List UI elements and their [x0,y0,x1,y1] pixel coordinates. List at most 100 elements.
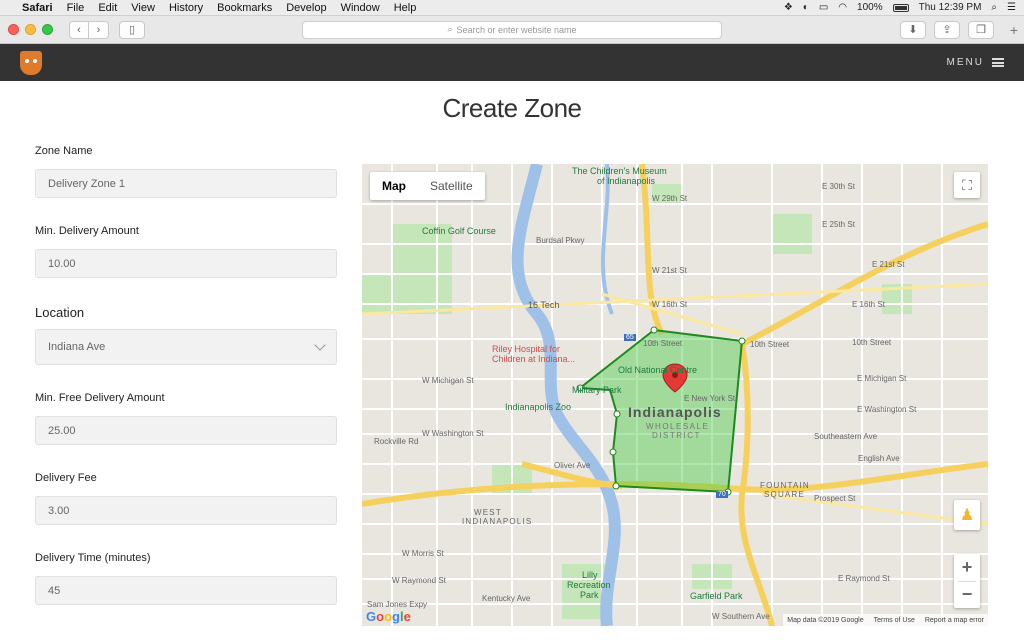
menu-toggle-button[interactable]: MENU [947,57,1004,68]
delivery-fee-label: Delivery Fee [35,472,97,484]
map-data-credit: Map data ©2019 Google [787,616,864,624]
menu-edit[interactable]: Edit [98,2,117,14]
map-type-satellite-button[interactable]: Satellite [418,172,485,200]
map-label: W Southern Ave [712,612,770,621]
page-title: Create Zone [442,93,582,123]
fullscreen-button[interactable]: ⛶ [954,172,980,198]
map-label: FOUNTAIN [760,481,810,490]
map-label: E Raymond St [838,574,890,583]
map-label: Park [580,590,599,600]
new-tab-button[interactable]: + [1010,22,1018,38]
screen-share-icon[interactable]: ◐ [803,2,809,13]
zoom-out-button[interactable]: − [954,582,980,609]
map-label: 10th Street [852,338,892,347]
map-label: E 25th St [822,220,855,229]
menu-history[interactable]: History [169,2,203,14]
map-label: The Children's Museum [572,166,667,176]
menu-app-safari[interactable]: Safari [22,2,53,14]
menu-file[interactable]: File [67,2,85,14]
map-label: W Raymond St [392,576,446,585]
park-area [392,224,452,314]
terms-link[interactable]: Terms of Use [874,617,915,624]
map-label: W Morris St [402,549,444,558]
clock[interactable]: Thu 12:39 PM [919,2,982,13]
fullscreen-window-button[interactable] [42,24,53,35]
address-bar[interactable]: ⌕ Search or enter website name [302,20,722,39]
zoom-control: + − [954,554,980,608]
report-error-link[interactable]: Report a map error [925,617,984,624]
menu-view[interactable]: View [131,2,155,14]
window-controls [8,24,53,35]
map-label: E Washington St [857,405,917,414]
menu-help[interactable]: Help [394,2,417,14]
zone-name-input[interactable]: Delivery Zone 1 [35,169,337,198]
fox-logo-icon[interactable] [20,50,42,75]
min-free-delivery-label: Min. Free Delivery Amount [35,392,165,404]
interstate-shield: 65 [624,334,636,341]
map-label: INDIANAPOLIS [462,517,533,526]
fullscreen-icon: ⛶ [962,176,972,193]
map-label: Burdsal Pkwy [536,236,585,245]
menu-develop[interactable]: Develop [286,2,326,14]
browser-toolbar: ‹ › ▯ ⌕ Search or enter website name ⬇ ⇪… [0,16,1024,44]
map-label: Southeastern Ave [814,432,878,441]
map-label: Prospect St [814,494,856,503]
forward-button[interactable]: › [89,20,109,39]
notification-center-icon[interactable]: ☰ [1007,2,1016,13]
pegman-icon: ♟ [959,507,975,524]
minimize-window-button[interactable] [25,24,36,35]
address-placeholder: Search or enter website name [456,24,577,35]
street-view-pegman-button[interactable]: ♟ [954,500,980,530]
map-attribution: Map data ©2019 Google Terms of Use Repor… [783,614,988,626]
dropbox-icon[interactable]: ❖ [784,2,793,13]
map-label: E New York St [684,394,736,403]
location-label: Location [35,305,85,320]
battery-icon[interactable] [892,3,909,12]
chevron-down-icon [314,339,326,351]
map-type-map-button[interactable]: Map [370,172,418,200]
zoom-in-button[interactable]: + [954,554,980,581]
map-label: W 21st St [652,266,687,275]
delivery-time-input[interactable]: 45 [35,576,337,605]
sidebar-toggle-button[interactable]: ▯ [119,20,145,39]
downloads-button[interactable]: ⬇ [900,20,926,39]
min-free-delivery-input[interactable]: 25.00 [35,416,337,445]
history-nav: ‹ › [69,20,109,39]
zone-name-label: Zone Name [35,145,93,157]
location-select[interactable]: Indiana Ave [35,329,337,365]
map-label: Children at Indiana... [492,354,576,364]
share-button[interactable]: ⇪ [934,20,960,39]
map-label: E 16th St [852,300,885,309]
tabs-overview-button[interactable]: ❐ [968,20,994,39]
map-label: W Washington St [422,429,484,438]
canal [600,164,614,315]
map-label: of Indianapolis [597,176,656,186]
map-label: 16 Tech [528,300,560,310]
map-label: W Michigan St [422,376,474,385]
map-label: W 29th St [652,194,688,203]
spotlight-icon[interactable]: ⌕ [991,2,997,13]
map-label: WHOLESALE [646,422,710,431]
airplay-icon[interactable]: ▭ [819,2,828,13]
close-window-button[interactable] [8,24,19,35]
search-icon: ⌕ [447,24,453,34]
map-label: Recreation [567,580,611,590]
wifi-icon[interactable]: ◠ [838,2,847,13]
back-button[interactable]: ‹ [69,20,89,39]
zone-map[interactable]: The Children's Museum of Indianapolis Co… [362,164,988,626]
map-label: E 21st St [872,260,905,269]
map-label: Indianapolis Zoo [505,402,572,412]
delivery-fee-input[interactable]: 3.00 [35,496,337,525]
menu-bookmarks[interactable]: Bookmarks [217,2,272,14]
map-label: DISTRICT [652,431,701,440]
map-label: Kentucky Ave [482,594,531,603]
map-label: Sam Jones Expy [367,600,428,609]
hamburger-icon [992,58,1004,67]
white-river [511,164,621,626]
zone-form: Zone Name Delivery Zone 1 Min. Delivery … [35,145,337,632]
menu-window[interactable]: Window [341,2,380,14]
min-delivery-input[interactable]: 10.00 [35,249,337,278]
google-logo[interactable]: Google [366,609,411,624]
map-label: E Michigan St [857,374,907,383]
map-label-city: Indianapolis [628,404,722,420]
